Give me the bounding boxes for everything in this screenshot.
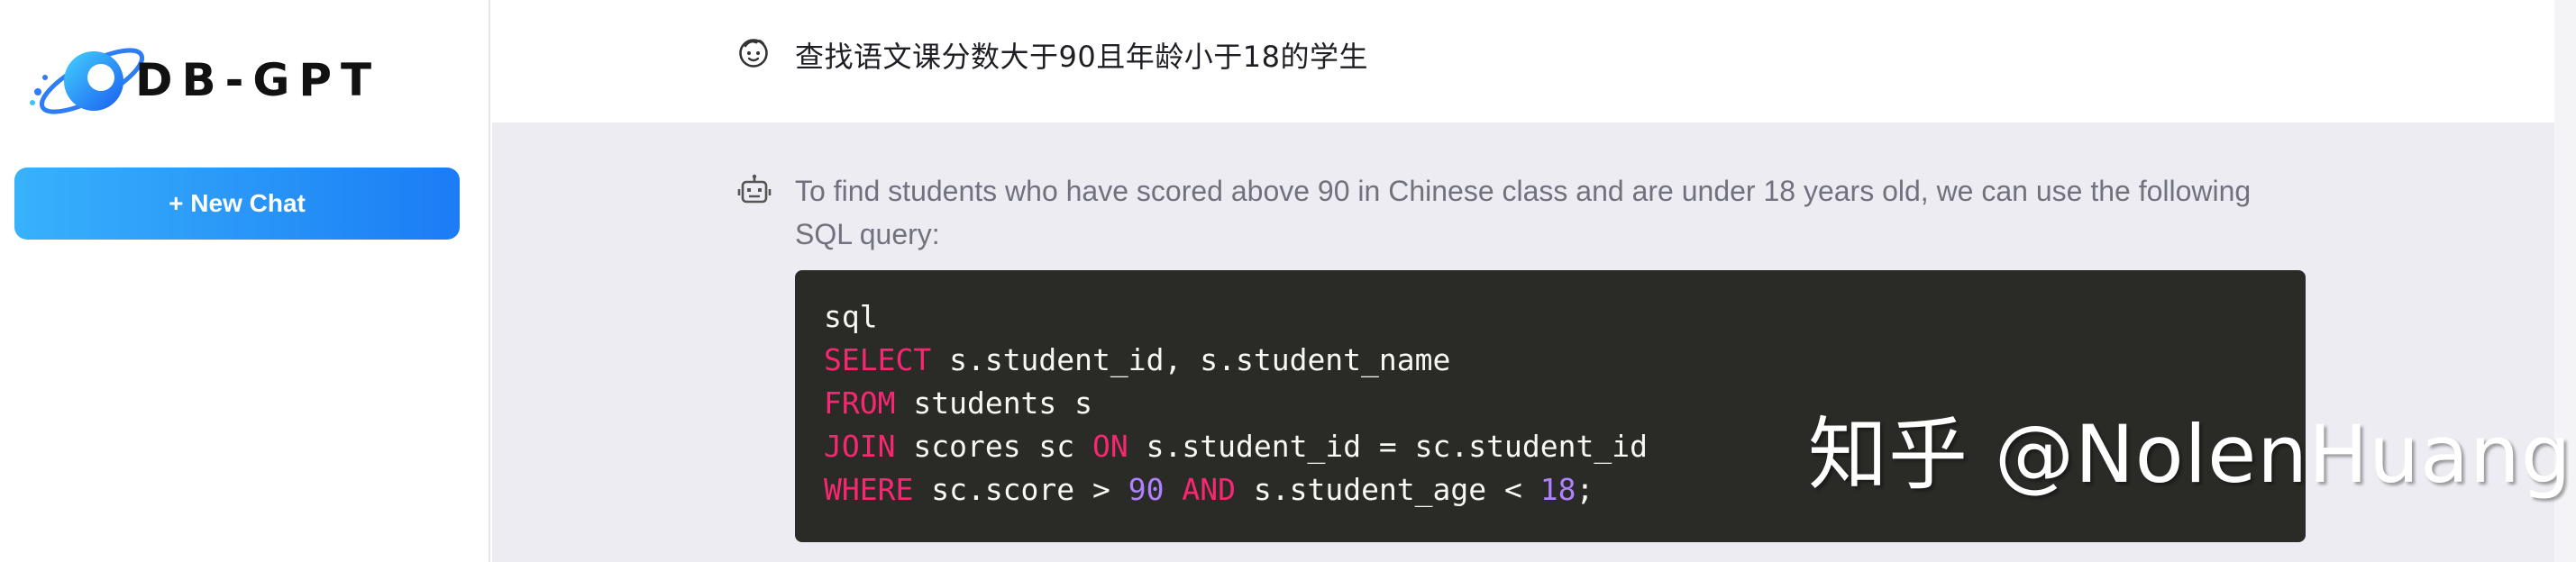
code-text: sc.score > (913, 472, 1128, 507)
db-gpt-logo-icon: DB-GPT (30, 48, 380, 114)
code-keyword: SELECT (824, 342, 932, 377)
code-text: ; (1576, 472, 1594, 507)
code-text: scores sc (895, 429, 1093, 464)
code-text: s.student_id = sc.student_id (1128, 429, 1648, 464)
code-keyword: WHERE (824, 472, 914, 507)
code-text: students s (895, 385, 1093, 421)
code-keyword: JOIN (824, 429, 896, 464)
code-line: SELECT s.student_id, s.student_name (824, 339, 2306, 382)
user-message-text: 查找语文课分数大于90且年龄小于18的学生 (795, 40, 1368, 74)
watermark-text: 知乎 @NolenHuang (1808, 408, 2572, 501)
code-number: 90 (1128, 472, 1165, 507)
code-keyword: ON (1092, 429, 1128, 464)
db-gpt-logo[interactable]: DB-GPT (25, 41, 440, 122)
code-language-label: sql (824, 299, 878, 334)
code-keyword: AND (1182, 472, 1236, 507)
code-number: 18 (1539, 472, 1576, 507)
assistant-message-text: To find students who have scored above 9… (795, 175, 2252, 250)
sidebar: DB-GPT + New Chat (0, 0, 490, 562)
code-keyword: FROM (824, 385, 896, 421)
user-message-row: 查找语文课分数大于90且年龄小于18的学生 (492, 0, 2554, 122)
logo-text: DB-GPT (135, 54, 380, 106)
code-text: s.student_id, s.student_name (931, 342, 1451, 377)
robot-icon (737, 173, 772, 207)
new-chat-button[interactable]: + New Chat (14, 168, 460, 240)
user-avatar-icon (737, 36, 770, 68)
code-text: s.student_age < (1236, 472, 1540, 507)
